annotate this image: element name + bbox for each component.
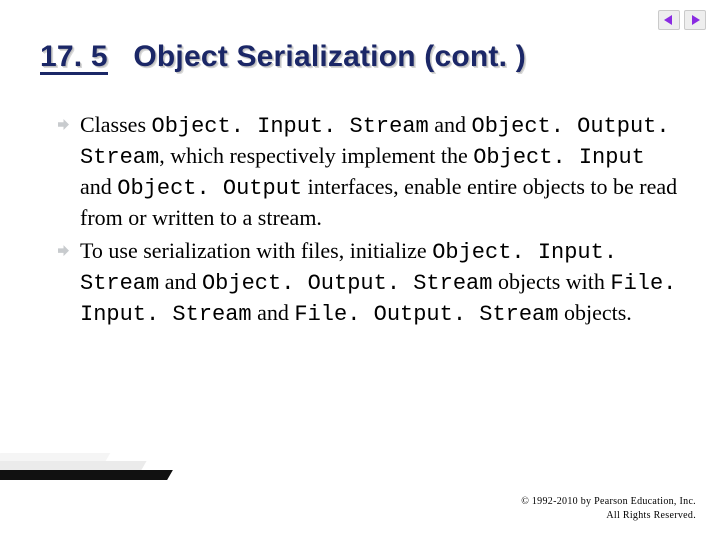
slide-title: 17. 5 Object Serialization (cont. ) (40, 40, 526, 75)
code-text: Object. Input. Stream (152, 114, 429, 139)
list-item: Classes Object. Input. Stream and Object… (58, 110, 680, 232)
code-text: Object. Output (117, 176, 302, 201)
list-item: To use serialization with files, initial… (58, 236, 680, 329)
footer-accent (0, 440, 190, 480)
section-number: 17. 5 (40, 42, 108, 75)
body-text: To use serialization with files, initial… (80, 238, 432, 263)
body-text: , which respectively implement the (159, 143, 473, 168)
title-text: Object Serialization (cont. ) (133, 40, 526, 73)
code-text: Object. Input (473, 145, 645, 170)
nav-prev-icon (663, 14, 675, 26)
copyright: © 1992-2010 by Pearson Education, Inc. A… (0, 495, 696, 522)
slide-nav (658, 10, 706, 30)
code-text: Object. Output. Stream (202, 271, 492, 296)
body-text: and (252, 300, 295, 325)
body-text: and (80, 174, 117, 199)
nav-prev-button[interactable] (658, 10, 680, 30)
nav-next-icon (689, 14, 701, 26)
body-text: and (159, 269, 202, 294)
slide-body: Classes Object. Input. Stream and Object… (58, 110, 680, 333)
body-text: objects with (492, 269, 610, 294)
bullet-list: Classes Object. Input. Stream and Object… (58, 110, 680, 329)
copyright-line2: All Rights Reserved. (606, 510, 696, 521)
body-text: and (429, 112, 472, 137)
code-text: File. Output. Stream (294, 302, 558, 327)
nav-next-button[interactable] (684, 10, 706, 30)
slide: 17. 5 Object Serialization (cont. ) Clas… (0, 0, 720, 540)
body-text: Classes (80, 112, 152, 137)
body-text: objects. (558, 300, 631, 325)
copyright-line1: © 1992-2010 by Pearson Education, Inc. (521, 496, 696, 507)
